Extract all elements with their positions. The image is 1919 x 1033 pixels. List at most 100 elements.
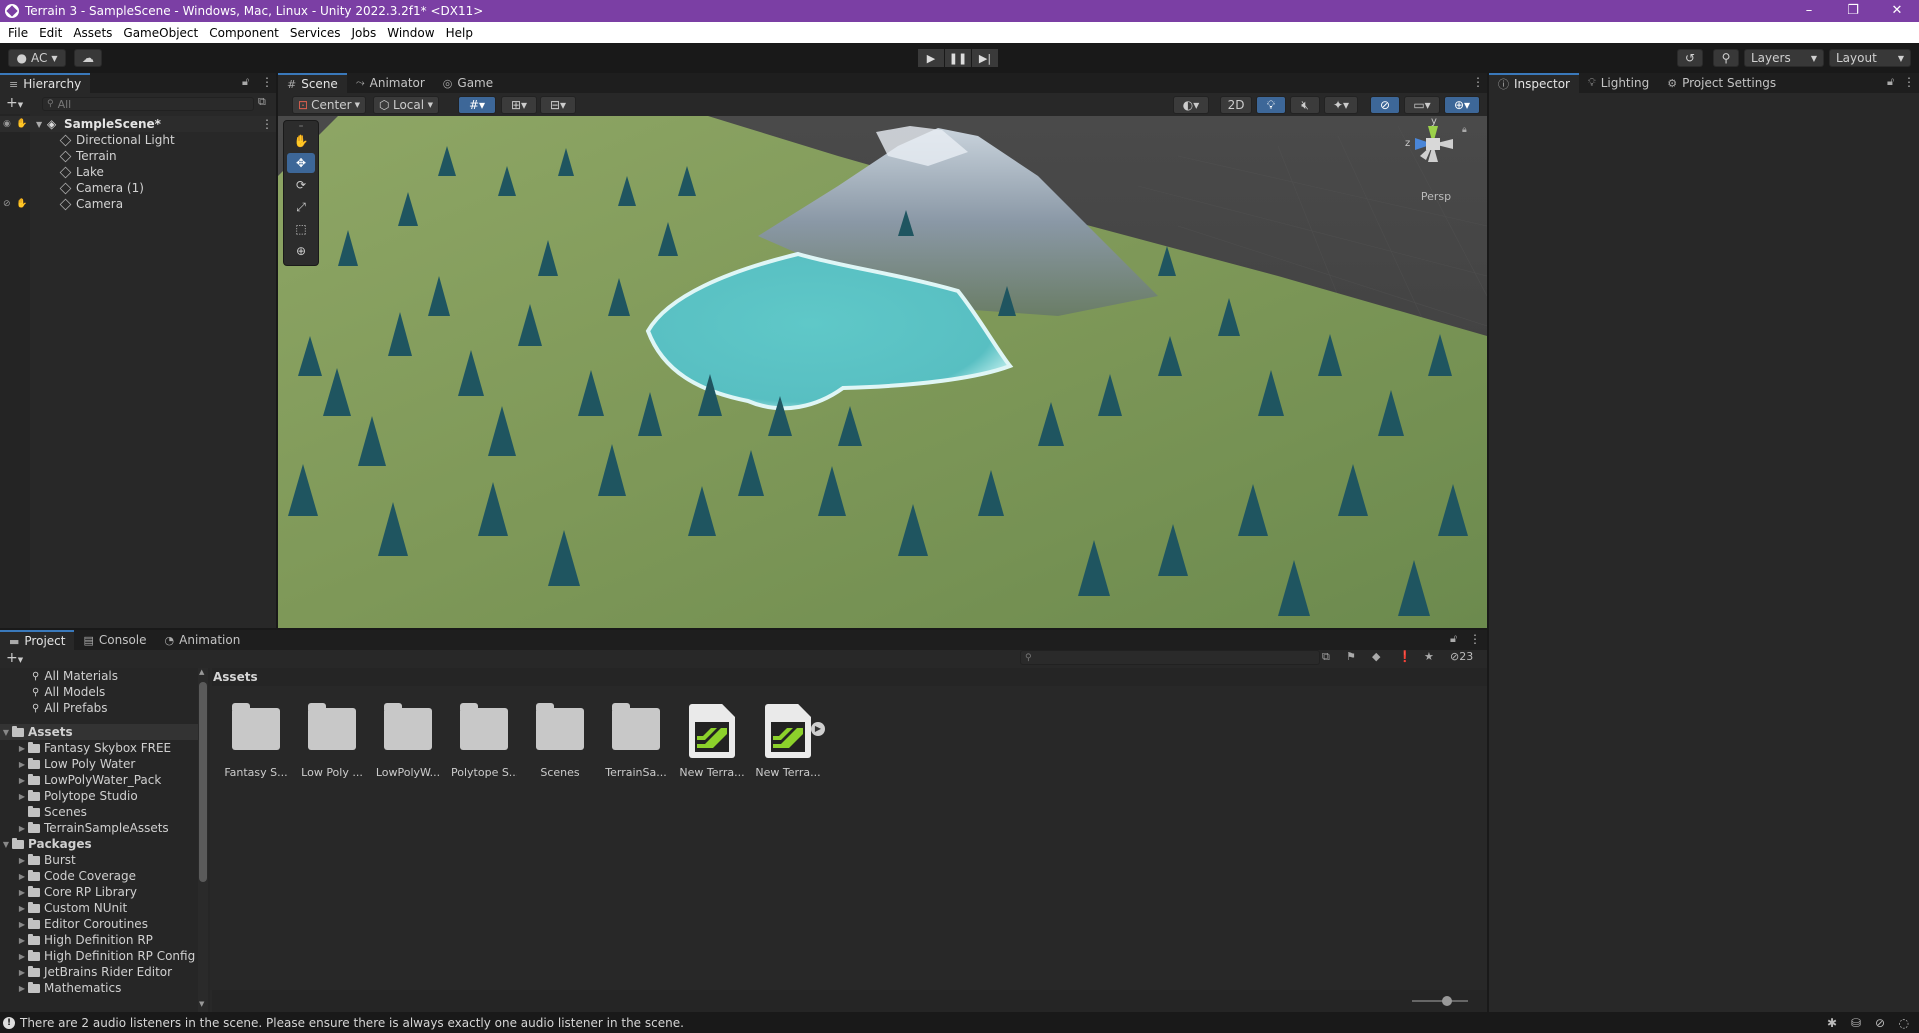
chevron-right-icon[interactable]: ▶ [16,776,28,785]
transform-tool-icon[interactable]: ⊕ [287,241,315,261]
filter-by-type-icon[interactable]: ⚑ [1346,650,1356,663]
search-by-type-icon[interactable]: ⧉ [1322,650,1330,664]
asset-terrain-prefab[interactable]: ▶ New Terra... [755,700,825,779]
tab-project[interactable]: ▬ Project [0,630,75,650]
asset-folder[interactable]: Scenes [527,700,593,779]
asset-folder[interactable]: Low Poly ... [299,700,365,779]
rect-tool-icon[interactable]: ⬚ [287,219,315,239]
chevron-right-icon[interactable]: ▶ [16,984,28,993]
menu-services[interactable]: Services [290,26,341,40]
filter-by-label-icon[interactable]: ◆ [1372,650,1380,663]
tree-folder[interactable]: Scenes [16,804,87,820]
tab-game[interactable]: ◎ Game [434,73,502,93]
restore-button[interactable]: ❐ [1831,0,1875,22]
lock-icon[interactable]: 🔓︎ [1887,75,1894,89]
tree-packages-root[interactable]: ▼ Packages [0,836,92,852]
undo-history-button[interactable]: ↺ [1677,49,1703,67]
menu-jobs[interactable]: Jobs [352,26,377,40]
chevron-right-icon[interactable]: ▶ [16,872,28,881]
progress-indicator-icon[interactable]: ◌ [1899,1016,1909,1030]
hierarchy-item[interactable]: ⊘ ✋ Camera [0,196,276,212]
menu-window[interactable]: Window [387,26,434,40]
tab-hierarchy[interactable]: ≡ Hierarchy [0,73,91,93]
tree-package[interactable]: ▶ High Definition RP [16,932,153,948]
more-options-icon[interactable]: ⋮ [261,117,273,131]
tree-package[interactable]: ▶ Burst [16,852,76,868]
hierarchy-item[interactable]: Lake [0,164,276,180]
chevron-right-icon[interactable]: ▶ [16,904,28,913]
tab-inspector[interactable]: ⓘ Inspector [1489,73,1579,93]
bug-icon[interactable]: ✱ [1827,1016,1837,1030]
asset-folder[interactable]: Fantasy S... [223,700,289,779]
tree-package[interactable]: ▶ Code Coverage [16,868,136,884]
increment-snap-dropdown[interactable]: ⊟▾ [540,96,576,114]
asset-folder[interactable]: TerrainSa... [603,700,669,779]
pivot-dropdown[interactable]: ⊡ Center ▼ [292,96,366,114]
slider-thumb[interactable] [1442,996,1452,1006]
tree-package[interactable]: ▶ JetBrains Rider Editor [16,964,172,980]
tree-package[interactable]: ▶ Editor Coroutines [16,916,148,932]
log-filter-icon[interactable]: ❗ [1398,650,1412,663]
more-options-icon[interactable]: ⋮ [1903,75,1915,89]
expand-arrow-icon[interactable]: ▶ [811,722,825,736]
camera-settings-dropdown[interactable]: ▭▾ [1404,96,1440,114]
tab-lighting[interactable]: 💡︎ Lighting [1579,73,1658,93]
effects-dropdown[interactable]: ✦▾ [1324,96,1358,114]
project-search-input[interactable]: ⚲ [1020,650,1320,665]
tree-folder[interactable]: ▶ TerrainSampleAssets [16,820,169,836]
chevron-down-icon[interactable]: ▼ [36,120,42,129]
pick-icon[interactable]: ✋ [16,119,27,129]
icon-size-slider[interactable] [1412,996,1468,1006]
chevron-right-icon[interactable]: ▶ [16,856,28,865]
draw-mode-dropdown[interactable]: ◐▾ [1173,96,1209,114]
grid-visibility-dropdown[interactable]: ⊞▾ [501,96,537,114]
favorite-item[interactable]: ⚲ All Materials [32,668,118,684]
hand-tool-icon[interactable]: ✋ [287,131,315,151]
visibility-icon[interactable]: ◉ [3,119,11,129]
pause-button[interactable]: ❚❚ [945,49,971,67]
lighting-toggle[interactable]: 💡︎ [1256,96,1286,114]
tree-folder[interactable]: ▶ Fantasy Skybox FREE [16,740,171,756]
hidden-packages-toggle[interactable]: ⊘23 [1450,650,1473,663]
tab-console[interactable]: ▤ Console [74,630,155,650]
breadcrumb-assets[interactable]: Assets [213,670,258,684]
more-options-icon[interactable]: ⋮ [1469,632,1481,646]
chevron-right-icon[interactable]: ▶ [16,952,28,961]
chevron-right-icon[interactable]: ▶ [16,920,28,929]
favorite-item[interactable]: ⚲ All Models [32,684,105,700]
menu-file[interactable]: File [8,26,28,40]
layers-dropdown[interactable]: Layers ▼ [1744,49,1824,67]
tree-package[interactable]: ▶ Custom NUnit [16,900,127,916]
chevron-right-icon[interactable]: ▶ [16,968,28,977]
hierarchy-item[interactable]: Directional Light [0,132,276,148]
tree-package[interactable]: ▶ Mathematics [16,980,121,996]
toggle-2d-button[interactable]: 2D [1220,96,1252,114]
scene-row[interactable]: ◉ ✋ ▼ ◈ SampleScene* ⋮ [0,116,276,132]
scene-viewport[interactable]: y z 🔒︎ Persp [278,116,1487,628]
favorite-item[interactable]: ⚲ All Prefabs [32,700,108,716]
rotate-tool-icon[interactable]: ⟳ [287,175,315,195]
chevron-right-icon[interactable]: ▶ [16,744,28,753]
tab-scene[interactable]: # Scene [278,73,347,93]
cloud-button[interactable]: ☁ [74,49,102,67]
pick-disabled-icon[interactable]: ✋ [16,199,27,209]
tab-animator[interactable]: ⤳ Animator [347,73,434,93]
chevron-right-icon[interactable]: ▶ [16,760,28,769]
minimize-button[interactable]: – [1787,0,1831,22]
menu-edit[interactable]: Edit [39,26,62,40]
grid-snap-toggle[interactable]: #▾ [458,96,496,114]
tree-folder[interactable]: ▶ Low Poly Water [16,756,135,772]
move-tool-icon[interactable]: ✥ [287,153,315,173]
chevron-right-icon[interactable]: ▶ [16,888,28,897]
hidden-icon[interactable]: ⊘ [3,199,11,209]
asset-folder[interactable]: Polytope S... [451,700,517,779]
audio-toggle[interactable]: 🔇︎ [1290,96,1320,114]
hierarchy-item[interactable]: Camera (1) [0,180,276,196]
more-options-icon[interactable]: ⋮ [261,75,273,89]
step-button[interactable]: ▶| [972,49,998,67]
asset-folder[interactable]: LowPolyW... [375,700,441,779]
gizmo-lock-icon[interactable]: 🔒︎ [1462,125,1467,135]
tree-folder[interactable]: ▶ LowPolyWater_Pack [16,772,161,788]
auto-generate-lighting-icon[interactable]: ⊘ [1875,1016,1885,1030]
layout-dropdown[interactable]: Layout ▼ [1829,49,1911,67]
